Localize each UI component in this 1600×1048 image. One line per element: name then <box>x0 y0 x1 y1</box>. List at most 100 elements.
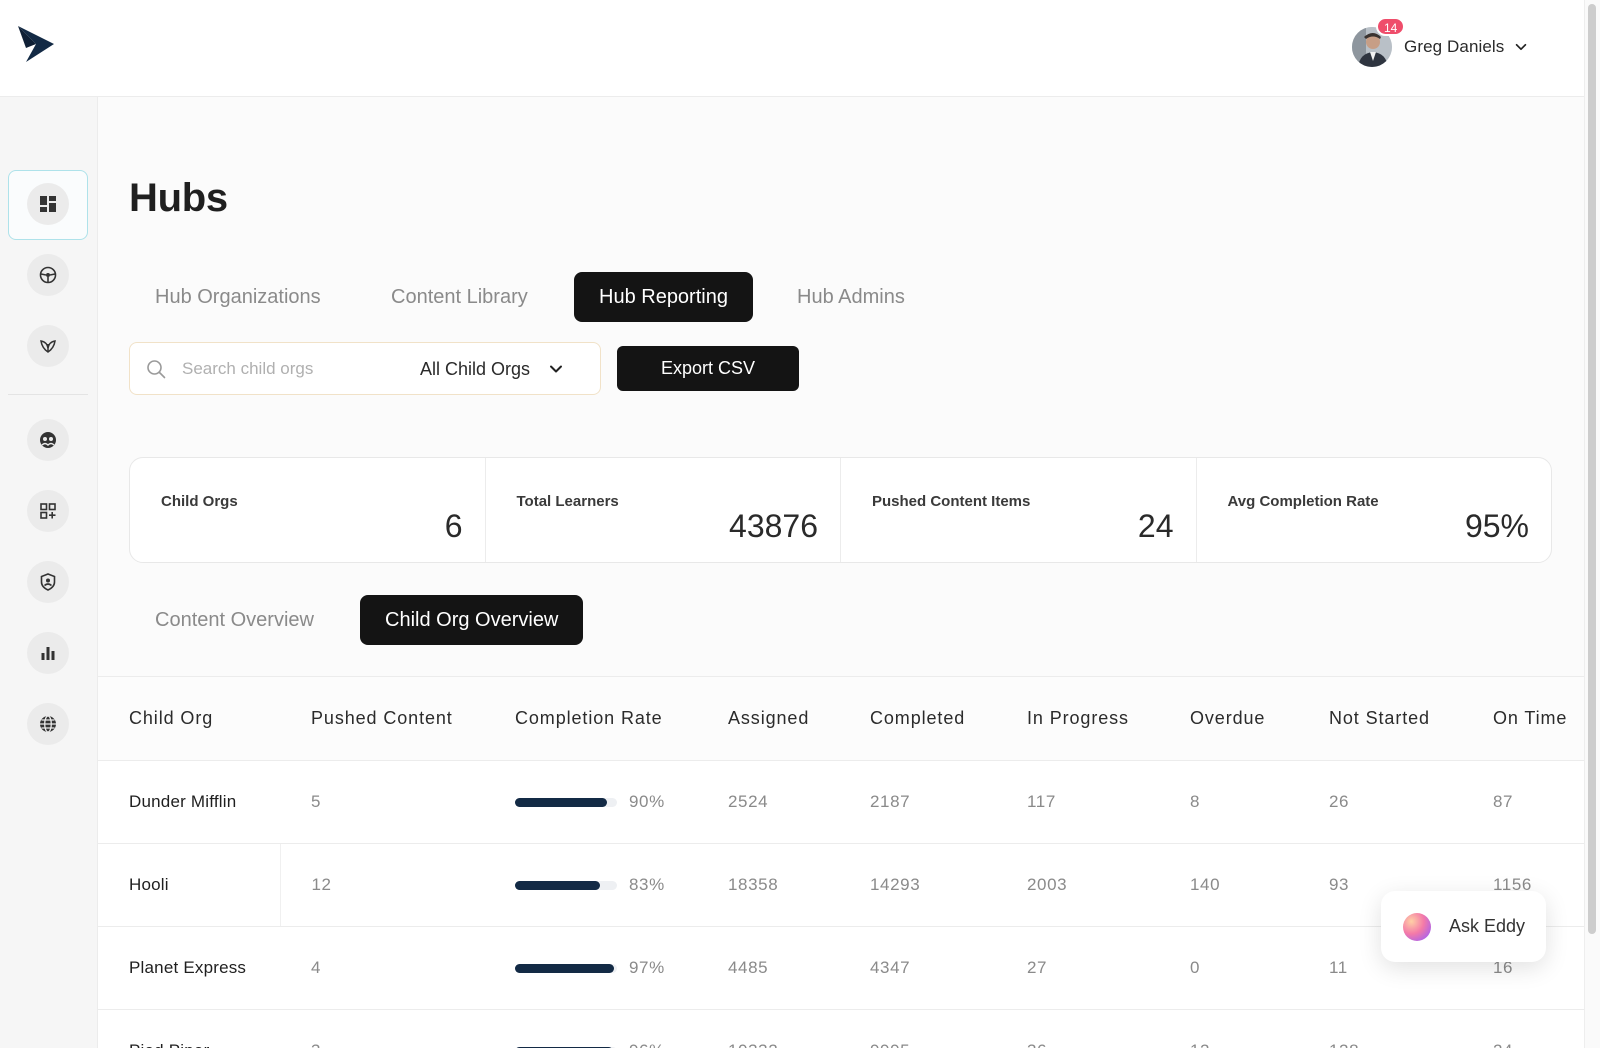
assigned-cell: 10332 <box>702 1009 847 1048</box>
completed-cell: 14293 <box>847 843 1008 927</box>
app-logo[interactable] <box>16 24 56 64</box>
sidebar-item-global[interactable] <box>27 703 69 745</box>
pushed-cell: 12 <box>280 843 489 927</box>
pushed-cell: 5 <box>280 760 489 844</box>
add-widget-icon <box>40 503 56 519</box>
column-header[interactable]: Not Started <box>1312 677 1480 761</box>
completion-progress-bar <box>515 797 617 807</box>
stat-total-learners: Total Learners 43876 <box>486 458 841 562</box>
steering-wheel-icon <box>39 266 57 284</box>
in-progress-cell: 36 <box>1008 1009 1174 1048</box>
stat-label: Total Learners <box>516 493 619 510</box>
ask-eddy-button[interactable]: Ask Eddy <box>1381 891 1546 962</box>
not-started-cell: 26 <box>1312 760 1480 844</box>
top-bar: Greg Daniels 14 <box>0 0 1584 97</box>
chevron-down-icon <box>550 365 563 373</box>
column-header[interactable]: Overdue <box>1174 677 1312 761</box>
completion-rate-value: 83% <box>629 874 665 894</box>
column-header[interactable]: On Time <box>1480 677 1584 761</box>
tab-hub-reporting[interactable]: Hub Reporting <box>574 272 753 322</box>
table-row[interactable]: Dunder Mifflin 5 90% 2524 2187 117 8 26 87 <box>98 760 1584 844</box>
sidebar-item-dashboard[interactable] <box>27 183 69 225</box>
stat-value: 6 <box>444 508 463 544</box>
completed-cell: 9995 <box>847 1009 1008 1048</box>
stat-pushed-content-items: Pushed Content Items 24 <box>841 458 1197 562</box>
summary-stats: Child Orgs 6 Total Learners 43876 Pushed… <box>129 457 1552 563</box>
sidebar-item-growth[interactable] <box>27 325 69 367</box>
tab-child-org-overview[interactable]: Child Org Overview <box>360 595 584 645</box>
child-org-table: Child Org Pushed Content Completion Rate… <box>98 676 1584 1048</box>
completion-rate-value: 90% <box>629 791 665 811</box>
in-progress-cell: 27 <box>1008 926 1174 1010</box>
completion-rate-value: 96% <box>629 1041 665 1048</box>
pushed-cell: 4 <box>280 926 489 1010</box>
completed-cell: 2187 <box>847 760 1008 844</box>
assistant-orb-icon <box>1403 912 1431 941</box>
user-name: Greg Daniels <box>1404 37 1505 56</box>
dashboard-icon <box>40 196 56 212</box>
column-header[interactable]: Child Org <box>98 677 280 761</box>
page-title: Hubs <box>129 176 228 220</box>
stat-value: 43876 <box>729 508 818 544</box>
tab-content-overview[interactable]: Content Overview <box>130 595 339 645</box>
stat-label: Child Orgs <box>161 493 238 510</box>
export-csv-button[interactable]: Export CSV <box>617 346 799 391</box>
child-org-filter-dropdown[interactable]: All Child Orgs <box>420 355 564 383</box>
column-header[interactable]: Completion Rate <box>489 677 702 761</box>
stat-avg-completion-rate: Avg Completion Rate 95% <box>1197 458 1552 562</box>
sidebar-item-steering[interactable] <box>27 254 69 296</box>
overdue-cell: 8 <box>1174 760 1312 844</box>
assigned-cell: 18358 <box>702 843 847 927</box>
completed-cell: 4347 <box>847 926 1008 1010</box>
stat-value: 24 <box>1137 508 1174 544</box>
stat-value: 95% <box>1464 508 1529 544</box>
overdue-cell: 12 <box>1174 1009 1312 1048</box>
completion-rate-cell: 83% <box>489 843 702 927</box>
chevron-down-icon <box>1516 43 1527 51</box>
sidebar-item-users[interactable] <box>27 419 69 461</box>
search-icon <box>147 360 166 379</box>
on-time-cell: 24 <box>1480 1009 1584 1048</box>
tab-content-library[interactable]: Content Library <box>366 272 553 322</box>
table-row[interactable]: Planet Express 4 97% 4485 4347 27 0 11 16 <box>98 926 1584 1010</box>
bar-chart-icon <box>41 647 55 660</box>
assigned-cell: 4485 <box>702 926 847 1010</box>
leaf-icon <box>40 340 56 353</box>
in-progress-cell: 117 <box>1008 760 1174 844</box>
column-header[interactable]: Completed <box>847 677 1008 761</box>
completion-rate-value: 97% <box>629 957 665 977</box>
completion-progress-fill <box>515 797 607 807</box>
sidebar-item-apps[interactable] <box>27 490 69 532</box>
column-header[interactable]: Pushed Content <box>280 677 489 761</box>
table-header-row: Child Org Pushed Content Completion Rate… <box>98 677 1584 761</box>
child-org-name: Planet Express <box>98 926 280 1010</box>
stat-label: Avg Completion Rate <box>1227 493 1379 510</box>
stat-child-orgs: Child Orgs 6 <box>130 458 486 562</box>
on-time-cell: 87 <box>1480 760 1584 844</box>
completion-rate-cell: 96% <box>489 1009 702 1048</box>
completion-rate-cell: 90% <box>489 760 702 844</box>
column-header[interactable]: In Progress <box>1008 677 1174 761</box>
overdue-cell: 140 <box>1174 843 1312 927</box>
search-input[interactable] <box>182 353 402 385</box>
sidebar-item-security[interactable] <box>27 561 69 603</box>
tab-hub-organizations[interactable]: Hub Organizations <box>130 272 346 322</box>
column-header[interactable]: Assigned <box>702 677 847 761</box>
assigned-cell: 2524 <box>702 760 847 844</box>
table-row[interactable]: Hooli 12 83% 18358 14293 2003 140 93 1156 <box>98 843 1584 927</box>
search-box: All Child Orgs <box>129 342 601 395</box>
notification-badge[interactable]: 14 <box>1376 17 1406 36</box>
sidebar-item-reports[interactable] <box>27 632 69 674</box>
ask-eddy-label: Ask Eddy <box>1449 916 1526 936</box>
overdue-cell: 0 <box>1174 926 1312 1010</box>
tab-hub-admins[interactable]: Hub Admins <box>772 272 930 322</box>
completion-progress-bar <box>515 963 617 973</box>
users-icon <box>40 432 56 448</box>
child-org-name: Dunder Mifflin <box>98 760 280 844</box>
pushed-cell: 3 <box>280 1009 489 1048</box>
not-started-cell: 128 <box>1312 1009 1480 1048</box>
scrollbar-thumb[interactable] <box>1588 4 1596 934</box>
completion-progress-fill <box>515 963 614 973</box>
table-row[interactable]: Pied Piper3 96% 103329995361212824 <box>98 1009 1584 1048</box>
stat-label: Pushed Content Items <box>872 493 1031 510</box>
